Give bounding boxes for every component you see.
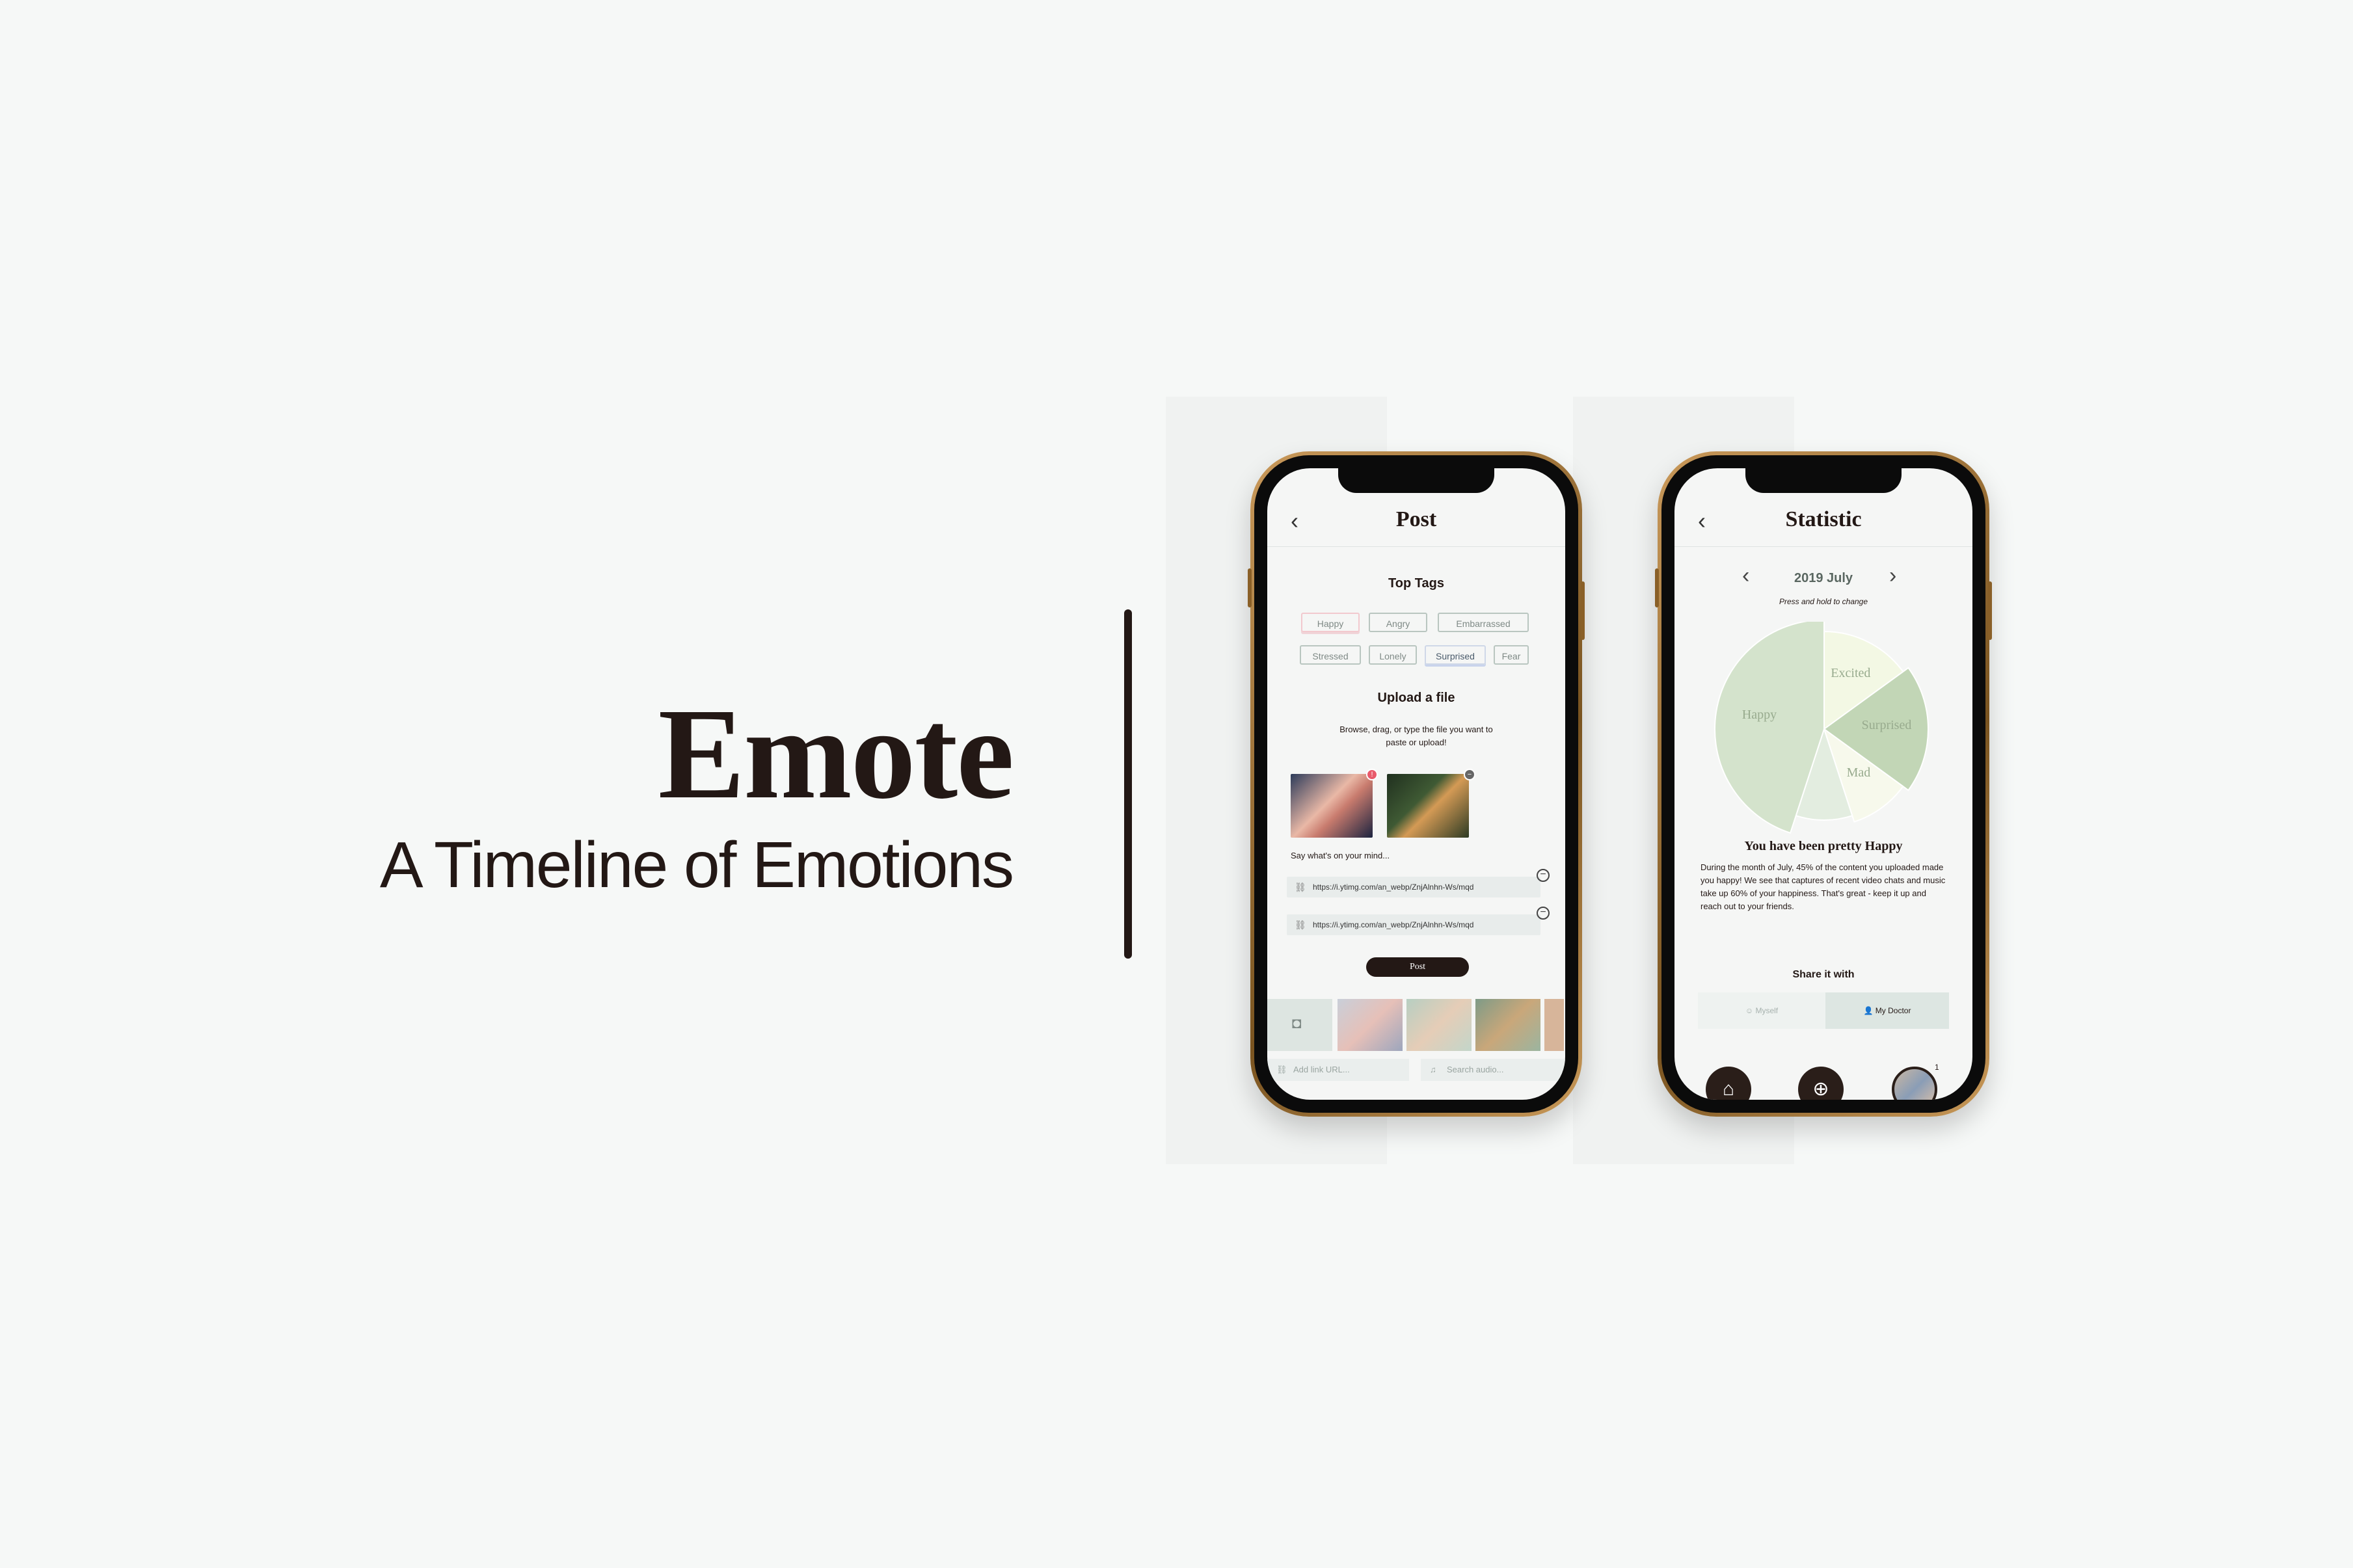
remove-url-icon[interactable]: − (1537, 907, 1550, 920)
music-icon: ♫ (1430, 1065, 1436, 1074)
post-header: ‹ Post (1267, 494, 1565, 547)
remove-badge-icon[interactable]: ! (1366, 769, 1378, 780)
page-title: Post (1395, 507, 1437, 531)
share-doctor-option[interactable]: 👤 My Doctor (1825, 992, 1949, 1029)
remove-url-icon[interactable]: − (1537, 869, 1550, 882)
url-text: https://i.ytimg.com/an_webp/ZnjAlnhn-Ws/… (1313, 920, 1474, 929)
tag-surprised[interactable]: Surprised (1425, 645, 1486, 665)
emotion-pie-chart: Excited Surprised Mad Happy (1714, 622, 1929, 834)
statistic-header: ‹ Statistic (1674, 494, 1972, 547)
uploaded-image-swimmers[interactable] (1387, 774, 1469, 838)
upload-hint: Browse, drag, or type the file you want … (1339, 724, 1493, 747)
link-icon: ⛓ (1295, 882, 1306, 892)
phone-statistic: ‹ Statistic ‹ 2019 July › Press and hold… (1655, 451, 1992, 1117)
pie-label-happy: Happy (1742, 708, 1777, 722)
remove-badge-icon[interactable]: − (1464, 769, 1475, 780)
link-icon: ⛓ (1276, 1065, 1287, 1074)
tag-fear[interactable]: Fear (1494, 645, 1529, 665)
post-button[interactable]: Post (1366, 957, 1469, 977)
share-myself-option[interactable]: ☺ Myself (1698, 992, 1825, 1029)
search-audio-placeholder: Search audio... (1447, 1065, 1504, 1074)
tag-happy[interactable]: Happy (1301, 613, 1360, 632)
add-link-field[interactable]: ⛓ Add link URL... (1267, 1059, 1409, 1081)
home-button[interactable]: ⌂ (1706, 1067, 1751, 1100)
summary-text: During the month of July, 45% of the con… (1701, 862, 1946, 911)
summary-heading: You have been pretty Happy (1744, 839, 1903, 853)
profile-avatar[interactable] (1892, 1067, 1937, 1100)
camera-icon: ◘ (1292, 1015, 1302, 1032)
pie-label-excited: Excited (1831, 666, 1870, 680)
share-heading: Share it with (1792, 969, 1855, 980)
app-subtitle: A Timeline of Emotions (379, 829, 1014, 901)
user-icon: 👤 (1863, 1006, 1876, 1015)
url-row[interactable]: ⛓ https://i.ytimg.com/an_webp/ZnjAlnhn-W… (1287, 877, 1540, 897)
smile-icon: ☺ (1745, 1006, 1756, 1015)
pie-label-mad: Mad (1847, 765, 1871, 780)
media-thumb[interactable] (1406, 999, 1472, 1051)
pie-label-surprised: Surprised (1862, 718, 1912, 732)
tag-lonely[interactable]: Lonely (1369, 645, 1417, 665)
camera-tile[interactable]: ◘ (1267, 999, 1332, 1051)
avatar-badge: 1 (1935, 1063, 1939, 1072)
app-title: Emote (658, 682, 1014, 826)
statistic-screen: ‹ Statistic ‹ 2019 July › Press and hold… (1674, 468, 1972, 1100)
divider-bar (1124, 609, 1132, 959)
post-screen: ‹ Post Top Tags Happy Angry Embarrassed … (1267, 468, 1565, 1100)
media-thumb[interactable] (1338, 999, 1403, 1051)
home-icon: ⌂ (1722, 1078, 1735, 1100)
url-text: https://i.ytimg.com/an_webp/ZnjAlnhn-Ws/… (1313, 883, 1474, 892)
uploaded-image-hand[interactable] (1291, 774, 1373, 838)
tag-embarrassed[interactable]: Embarrassed (1438, 613, 1529, 632)
next-month-icon[interactable]: › (1889, 563, 1896, 589)
phone-notch (1338, 468, 1494, 493)
mind-placeholder[interactable]: Say what's on your mind... (1291, 851, 1390, 860)
period-label[interactable]: 2019 July (1674, 571, 1972, 586)
search-audio-field[interactable]: ♫ Search audio... (1421, 1059, 1565, 1081)
tag-stressed[interactable]: Stressed (1300, 645, 1361, 665)
url-row[interactable]: ⛓ https://i.ytimg.com/an_webp/ZnjAlnhn-W… (1287, 914, 1540, 935)
top-tags-heading: Top Tags (1388, 576, 1444, 591)
period-hint: Press and hold to change (1779, 597, 1868, 606)
link-icon: ⛓ (1295, 920, 1306, 930)
media-thumb[interactable] (1544, 999, 1564, 1051)
add-icon: ⊕ (1812, 1078, 1829, 1100)
phone-post: ‹ Post Top Tags Happy Angry Embarrassed … (1248, 451, 1585, 1117)
add-post-button[interactable]: ⊕ (1798, 1067, 1844, 1100)
page-title: Statistic (1785, 507, 1862, 531)
media-thumb[interactable] (1475, 999, 1540, 1051)
upload-heading: Upload a file (1377, 691, 1455, 705)
add-link-placeholder: Add link URL... (1293, 1065, 1350, 1074)
phone-notch (1745, 468, 1902, 493)
tag-angry[interactable]: Angry (1369, 613, 1427, 632)
